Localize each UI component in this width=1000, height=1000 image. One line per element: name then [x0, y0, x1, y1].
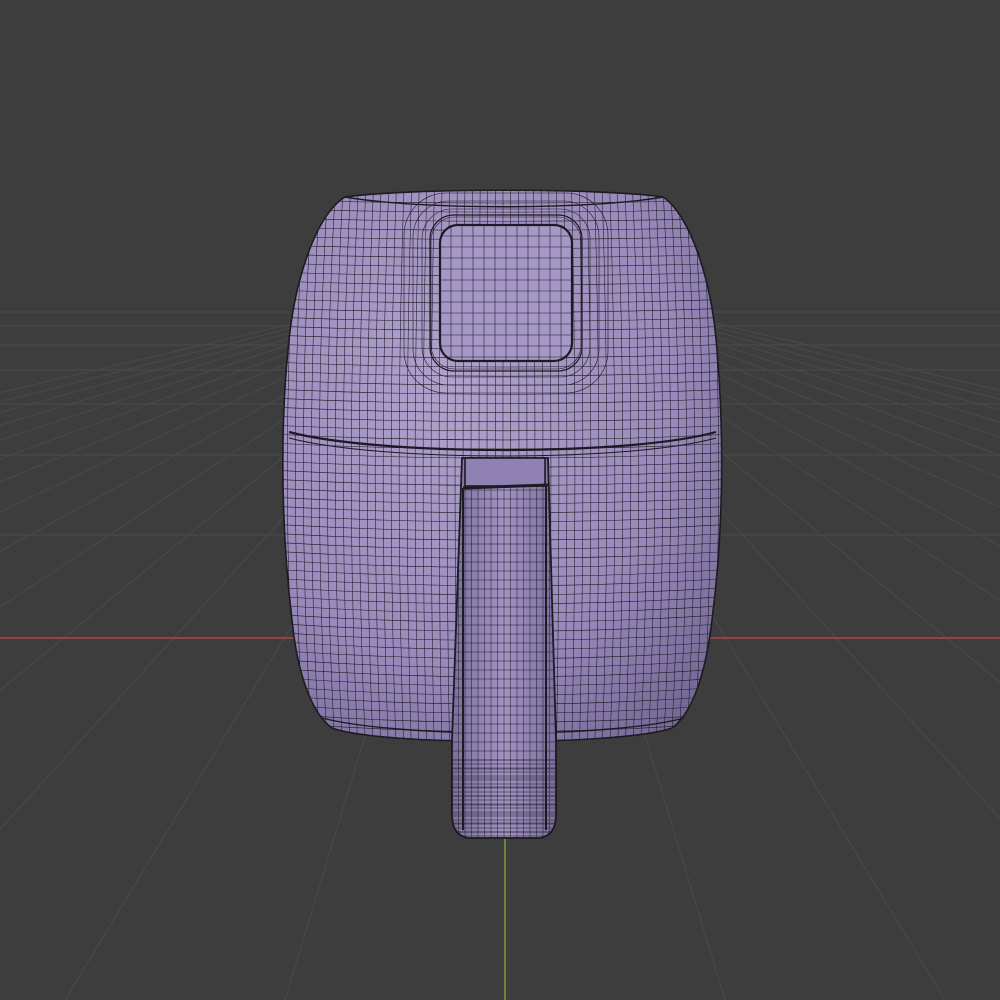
viewport-canvas[interactable]: [0, 0, 1000, 1000]
air-fryer-mesh[interactable]: [270, 185, 735, 840]
3d-viewport[interactable]: [0, 0, 1000, 1000]
handle-top-cap: [464, 457, 546, 487]
